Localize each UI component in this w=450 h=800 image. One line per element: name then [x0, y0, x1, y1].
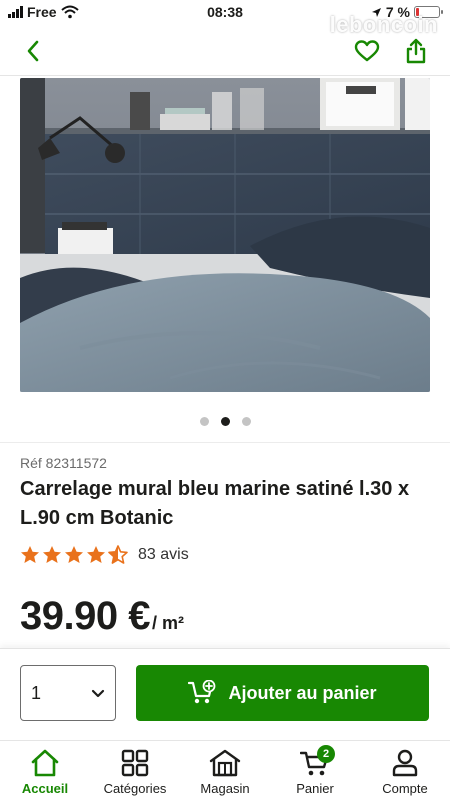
bedroom-photo	[20, 78, 430, 392]
share-button[interactable]	[401, 36, 431, 66]
tab-compte[interactable]: Compte	[360, 741, 450, 800]
favorite-button[interactable]	[352, 36, 382, 66]
half-star-icon	[108, 545, 128, 564]
add-to-cart-button[interactable]: Ajouter au panier	[136, 665, 429, 721]
carousel-dot-active[interactable]	[220, 417, 230, 426]
tab-label: Compte	[382, 781, 428, 796]
user-icon	[392, 749, 418, 777]
divider	[0, 442, 450, 443]
carousel-dot[interactable]	[241, 417, 251, 426]
tab-panier[interactable]: 2 Panier	[270, 741, 360, 800]
quantity-select[interactable]: 1	[20, 665, 116, 721]
price-amount: 39.90 €	[20, 594, 150, 638]
add-to-cart-label: Ajouter au panier	[228, 682, 377, 703]
share-icon	[406, 38, 426, 64]
chevron-left-icon	[27, 40, 39, 62]
product-rating[interactable]: 83 avis	[20, 545, 189, 564]
store-icon	[209, 749, 241, 777]
star-icon	[43, 546, 61, 563]
tab-accueil[interactable]: Accueil	[0, 741, 90, 800]
tab-categories[interactable]: Catégories	[90, 741, 180, 800]
tab-label: Panier	[296, 781, 334, 796]
price-block: 39.90 € / m²	[20, 594, 184, 639]
add-to-cart-panel: 1 Ajouter au panier	[0, 648, 450, 740]
back-button[interactable]	[18, 36, 48, 66]
chevron-down-icon	[91, 689, 105, 697]
product-image[interactable]	[20, 78, 430, 392]
star-icon	[87, 546, 105, 563]
quantity-value: 1	[31, 682, 42, 703]
home-icon	[31, 749, 59, 777]
cart-add-icon	[188, 680, 216, 704]
review-count[interactable]: 83 avis	[138, 546, 189, 564]
tab-label: Catégories	[103, 781, 167, 796]
price-unit: / m²	[151, 613, 184, 633]
star-icon	[65, 546, 83, 563]
top-nav	[0, 26, 450, 76]
heart-icon	[354, 40, 380, 62]
product-title: Carrelage mural bleu marine satiné l.30 …	[20, 478, 410, 529]
bottom-tab-bar: Accueil Catégories Magasin 2 Panier Comp…	[0, 740, 450, 800]
tab-magasin[interactable]: Magasin	[180, 741, 270, 800]
cart-count-badge: 2	[317, 745, 335, 763]
tab-label: Magasin	[200, 781, 250, 796]
carousel-dot[interactable]	[199, 417, 209, 426]
tab-label: Accueil	[21, 781, 69, 796]
product-reference: Réf 82311572	[20, 455, 107, 471]
grid-icon	[121, 749, 149, 777]
star-icon	[21, 546, 39, 563]
carousel-indicator	[0, 417, 450, 426]
